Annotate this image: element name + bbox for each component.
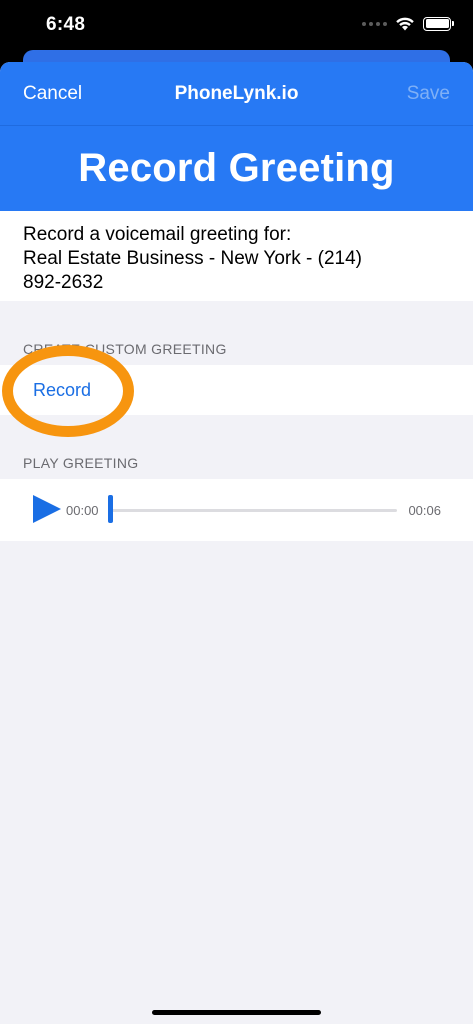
status-bar: 6:48 <box>0 0 473 50</box>
scrubber-handle[interactable] <box>108 495 113 523</box>
page-title: Record Greeting <box>78 146 395 190</box>
description-line: 892-2632 <box>23 272 104 293</box>
progress-track[interactable] <box>108 509 397 512</box>
battery-icon <box>423 16 454 31</box>
description-line: Record a voicemail greeting for: <box>23 224 292 245</box>
record-row[interactable]: Record <box>0 345 473 437</box>
modal-sheet: Cancel PhoneLynk.io Save Record Greeting… <box>0 62 473 1024</box>
save-button[interactable]: Save <box>407 83 450 105</box>
status-icons <box>362 16 454 31</box>
play-icon[interactable] <box>33 495 61 523</box>
current-time: 00:00 <box>66 503 99 518</box>
page-header: Record Greeting <box>0 125 473 211</box>
greeting-description: Record a voicemail greeting for: Real Es… <box>0 211 473 301</box>
audio-player: 00:00 00:06 <box>0 479 473 541</box>
home-indicator <box>152 1010 321 1015</box>
highlight-circle-annotation <box>2 345 134 437</box>
nav-title: PhoneLynk.io <box>174 83 299 104</box>
status-time: 6:48 <box>46 14 86 35</box>
description-line: Real Estate Business - New York - (214) <box>23 248 362 269</box>
total-time: 00:06 <box>408 503 441 518</box>
navigation-bar: Cancel PhoneLynk.io Save <box>0 62 473 125</box>
wifi-icon <box>396 17 414 31</box>
cellular-dots-icon <box>362 21 387 26</box>
